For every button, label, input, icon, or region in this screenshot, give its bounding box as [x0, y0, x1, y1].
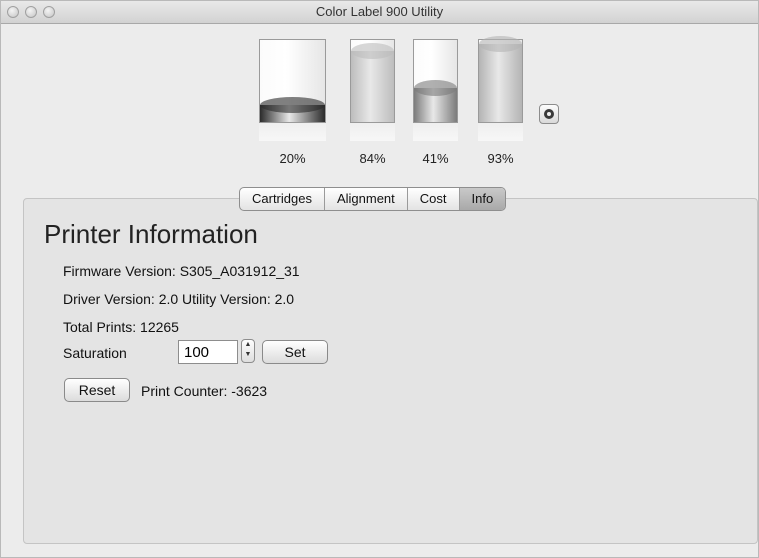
cartridge-base [478, 123, 523, 141]
ink-surface [351, 43, 394, 59]
ink-surface [260, 97, 325, 113]
saturation-label: Saturation [63, 345, 127, 361]
print-counter: Print Counter: -3623 [141, 383, 268, 399]
tab-cost[interactable]: Cost [408, 188, 460, 210]
page-title: Printer Information [44, 219, 258, 249]
tab-info[interactable]: Info [459, 188, 506, 210]
ink-surface [479, 36, 522, 52]
utility-window: Color Label 900 Utility 20% 84% 41% 93% Car… [0, 0, 759, 558]
set-button[interactable]: Set [262, 340, 328, 364]
cartridge-percent: 93% [487, 151, 514, 166]
cartridge-base [259, 123, 326, 141]
stepper-arrows-icon[interactable]: ▲ ▼ [241, 339, 255, 363]
title-bar: Color Label 900 Utility [1, 1, 758, 24]
refresh-icon[interactable] [539, 104, 559, 124]
cartridge-4 [478, 36, 523, 123]
cartridge-1 [259, 39, 326, 123]
reset-button[interactable]: Reset [64, 378, 130, 402]
firmware-version: Firmware Version: S305_A031912_31 [63, 263, 300, 279]
cartridge-2 [350, 39, 395, 123]
cartridge-percent: 41% [422, 151, 449, 166]
tab-cartridges[interactable]: Cartridges [240, 188, 325, 210]
tab-bar: Cartridges Alignment Cost Info [239, 187, 507, 211]
window-title: Color Label 900 Utility [315, 4, 444, 19]
cartridge-base [413, 123, 458, 141]
ink-level-fill [351, 51, 394, 122]
ink-surface [414, 80, 457, 96]
cartridge-3 [413, 39, 458, 123]
cartridge-percent: 84% [359, 151, 386, 166]
cartridge-base [350, 123, 395, 141]
cartridge-percent: 20% [279, 151, 306, 166]
saturation-input[interactable] [178, 340, 238, 364]
driver-version: Driver Version: 2.0 Utility Version: 2.0 [63, 291, 295, 307]
total-prints: Total Prints: 12265 [63, 319, 179, 335]
ink-level-fill [479, 44, 522, 122]
tab-alignment[interactable]: Alignment [325, 188, 408, 210]
